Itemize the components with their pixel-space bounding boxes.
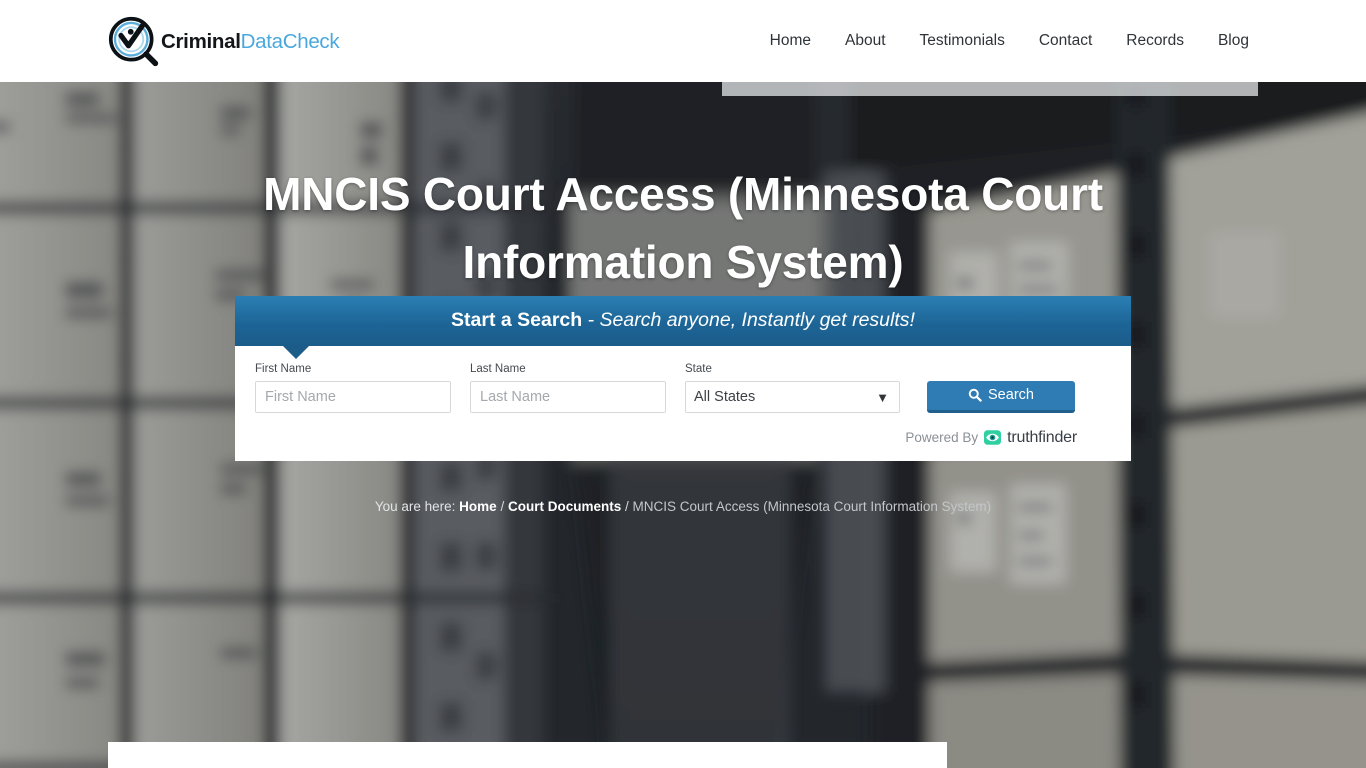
site-logo[interactable]: CriminalDataCheck [108,16,340,68]
nav-item-records[interactable]: Records [1109,32,1201,50]
search-icon [968,388,982,402]
breadcrumb-current: MNCIS Court Access (Minnesota Court Info… [632,499,992,514]
state-label: State [685,363,712,375]
first-name-input[interactable] [255,380,451,413]
breadcrumb: You are here: Home / Court Documents / M… [0,499,1366,514]
search-fields-row: First Name Last Name State All States ▼ [255,363,1111,413]
last-name-field-group: Last Name [470,363,666,413]
truthfinder-eye-icon [984,430,1002,445]
hero-content: MNCIS Court Access (Minnesota Court Info… [0,0,1366,686]
search-heading-rest: - Search anyone, Instantly get results! [582,309,915,332]
nav-item-contact[interactable]: Contact [1022,32,1109,50]
search-button-label: Search [988,387,1034,403]
search-header-pointer-icon [283,346,309,359]
search-heading-bold: Start a Search [451,309,583,332]
search-widget-heading: Start a Search - Search anyone, Instantl… [451,311,915,331]
powered-by-label: Powered By [905,430,979,445]
state-field-group: State All States ▼ [685,363,900,413]
magnifier-check-icon [108,16,159,67]
logo-text-datacheck: DataCheck [240,30,340,53]
page-title: MNCIS Court Access (Minnesota Court Info… [263,168,1103,289]
site-header: CriminalDataCheck Home About Testimonial… [0,0,1366,82]
first-name-field-group: First Name [255,363,451,413]
nav-item-blog[interactable]: Blog [1201,32,1266,50]
breadcrumb-separator-2: / [625,499,629,514]
last-name-input[interactable] [470,380,666,413]
nav-item-testimonials[interactable]: Testimonials [903,32,1022,50]
breadcrumb-link-court-documents[interactable]: Court Documents [508,499,621,514]
search-widget-header: Start a Search - Search anyone, Instantl… [235,296,1131,359]
breadcrumb-separator-1: / [500,499,505,514]
nav-item-home[interactable]: Home [753,32,828,50]
last-name-label: Last Name [470,363,526,375]
search-widget: Start a Search - Search anyone, Instantl… [235,296,1131,461]
main-navigation: Home About Testimonials Contact Records … [753,0,1266,82]
truthfinder-label: truthfinder [1007,428,1077,446]
logo-text-criminal: Criminal [161,30,241,53]
site-logo-text: CriminalDataCheck [161,30,340,54]
nav-item-about[interactable]: About [828,32,903,50]
powered-by: Powered By truthfinder [255,429,1111,447]
search-form: First Name Last Name State All States ▼ [235,346,1131,461]
search-button[interactable]: Search [927,380,1075,413]
content-panel [108,742,947,768]
state-select[interactable]: All States [685,380,900,413]
first-name-label: First Name [255,363,312,375]
breadcrumb-link-home[interactable]: Home [459,499,497,514]
breadcrumb-prefix: You are here: [374,499,456,514]
